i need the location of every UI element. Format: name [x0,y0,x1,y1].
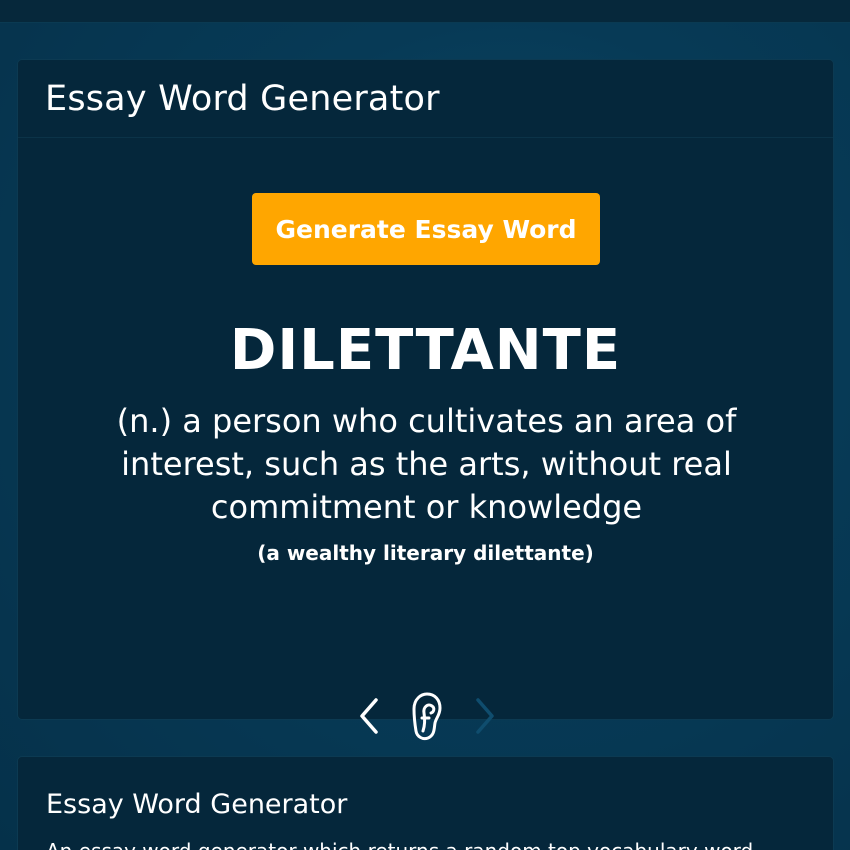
about-text: An essay word generator which returns a … [46,839,806,850]
ear-icon [412,692,442,741]
generator-card: Essay Word Generator Generate Essay Word… [17,59,834,741]
generated-word: DILETTANTE [229,318,622,383]
top-bar [0,0,850,23]
chevron-right-icon [476,698,494,734]
listen-word-button[interactable] [404,688,448,744]
next-word-button[interactable] [462,688,506,744]
page-title: Essay Word Generator [45,78,440,119]
previous-word-button[interactable] [348,688,392,744]
generator-card-body: Generate Essay Word DILETTANTE (n.) a pe… [18,138,833,741]
generator-card-header: Essay Word Generator [18,60,833,138]
generate-word-button[interactable]: Generate Essay Word [252,193,600,265]
word-example: (a wealthy literary dilettante) [257,541,594,565]
word-definition: (n.) a person who cultivates an area of … [116,402,737,526]
about-title: Essay Word Generator [46,789,348,820]
word-controls [18,688,833,744]
about-card: Essay Word Generator An essay word gener… [17,756,834,850]
chevron-left-icon [360,698,378,734]
